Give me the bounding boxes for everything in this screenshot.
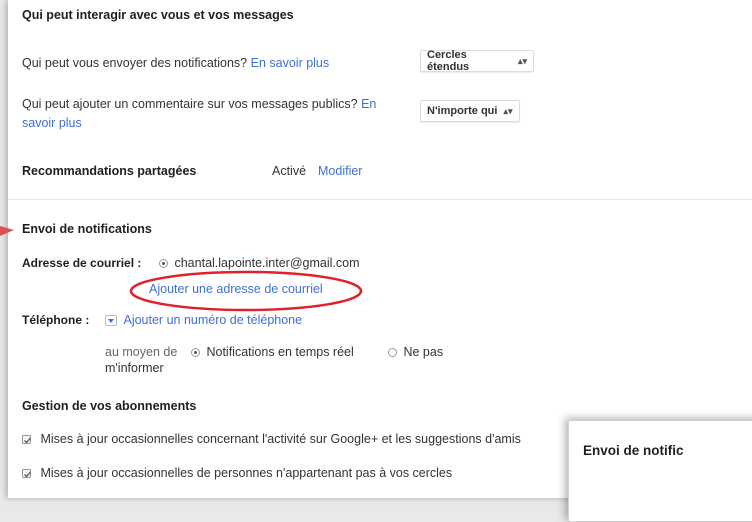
dropdown-icon[interactable] [105,315,117,327]
email-label: Adresse de courriel : [22,256,142,270]
interactions-title: Qui peut interagir avec vous et vos mess… [22,8,294,22]
subscriptions-title: Gestion de vos abonnements [22,399,197,413]
comment-select-value: N'importe qui [427,105,498,117]
notifications-select[interactable]: Cercles étendus ▴▾ [420,49,534,73]
notifications-learn-more-link[interactable]: En savoir plus [251,56,330,70]
section-divider [8,199,752,200]
notifications-popup: Envoi de notific [568,420,752,522]
checkbox[interactable] [22,469,31,479]
checkmark-icon [24,437,31,444]
comment-question: Qui peut ajouter un commentaire sur vos … [22,97,376,111]
comment-learn-more-link-1[interactable]: En [361,97,376,111]
comment-select[interactable]: N'importe qui ▴▾ [420,100,520,122]
notifications-title: Envoi de notifications [22,222,152,236]
realtime-option[interactable]: Notifications en temps réel [191,345,354,359]
realtime-radio[interactable] [191,348,200,358]
notifications-select-value: Cercles étendus [427,49,470,73]
highlight-ellipse [129,270,363,312]
add-phone-link[interactable]: Ajouter un numéro de téléphone [123,313,302,327]
recommendations-status: Activé [272,164,307,178]
via-label-2: m'informer [105,361,164,375]
add-phone-option[interactable]: Ajouter un numéro de téléphone [105,313,302,327]
notifications-question-text: Qui peut vous envoyer des notifications? [22,56,248,70]
no-label: Ne pas [403,345,444,359]
red-arrow-icon [0,226,14,236]
no-radio[interactable] [388,348,397,358]
popup-title: Envoi de notific [583,443,684,458]
recommendations-modify-link[interactable]: Modifier [318,164,362,178]
notifications-question: Qui peut vous envoyer des notifications?… [22,56,329,70]
comment-learn-more-link-2[interactable]: savoir plus [22,116,82,130]
subscription-label: Mises à jour occasionnelles de personnes… [40,466,453,480]
no-option[interactable]: Ne pas [388,345,443,359]
realtime-label: Notifications en temps réel [206,345,354,359]
phone-label: Téléphone : [22,313,90,327]
recommendations-label: Recommandations partagées [22,164,197,178]
checkbox[interactable] [22,435,31,445]
via-label-1: au moyen de [105,345,178,359]
updown-icon: ▴▾ [517,55,527,66]
comment-question-text: Qui peut ajouter un commentaire sur vos … [22,97,358,111]
subscription-item[interactable]: Mises à jour occasionnelles de personnes… [22,466,452,480]
subscription-label: Mises à jour occasionnelles concernant l… [40,432,521,446]
email-radio[interactable] [159,259,168,269]
subscription-item[interactable]: Mises à jour occasionnelles concernant l… [22,432,521,446]
updown-icon: ▴▾ [503,105,513,116]
checkmark-icon [24,471,31,478]
